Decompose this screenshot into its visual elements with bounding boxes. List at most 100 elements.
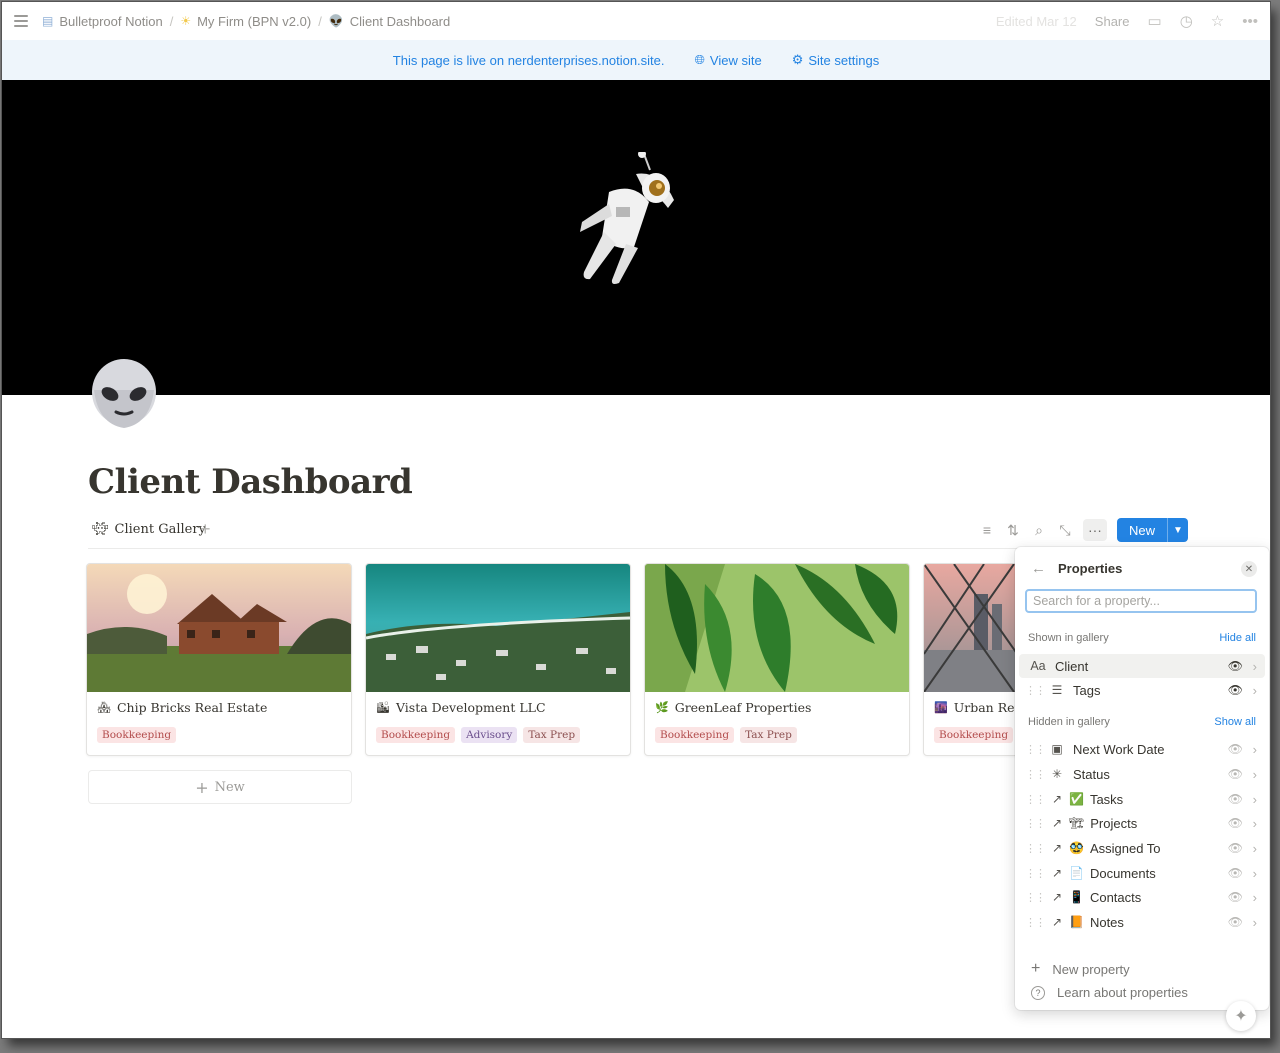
construction-emoji-icon: 🏗 xyxy=(1069,816,1085,830)
eye-icon[interactable]: 👁︎ xyxy=(1228,683,1243,697)
property-search-input[interactable] xyxy=(1025,589,1257,613)
chevron-down-icon[interactable]: ▼ xyxy=(1167,518,1188,542)
learn-properties-link[interactable]: ? Learn about properties xyxy=(1031,985,1188,1000)
property-name: Client xyxy=(1055,658,1089,674)
eye-off-icon[interactable]: 👁︎ xyxy=(1228,767,1243,781)
chevron-right-icon[interactable]: › xyxy=(1253,890,1257,905)
property-row-tasks[interactable]: ⋮⋮ ↗ ✅ Tasks 👁︎ › xyxy=(1019,787,1265,811)
property-row-notes[interactable]: ⋮⋮ ↗ 📙 Notes 👁︎ › xyxy=(1019,910,1265,934)
search-icon[interactable]: ⌕ xyxy=(1031,522,1047,539)
sort-icon[interactable]: ⇅ xyxy=(1005,522,1021,539)
card-tags: Bookkeeping Tax Prep xyxy=(655,727,797,743)
breadcrumb-item[interactable]: ☀ My Firm (BPN v2.0) xyxy=(180,14,311,29)
expand-icon[interactable]: ⤡ xyxy=(1057,522,1073,539)
property-row-assigned-to[interactable]: ⋮⋮ ↗ 🥸 Assigned To 👁︎ › xyxy=(1019,836,1265,860)
property-name: Contacts xyxy=(1089,889,1142,905)
property-row-client[interactable]: Aa Client 👁︎ › xyxy=(1019,654,1265,678)
chevron-right-icon[interactable]: › xyxy=(1253,792,1257,807)
tag-advisory: Advisory xyxy=(461,727,518,743)
breadcrumb-item[interactable]: ▤ Bulletproof Notion xyxy=(42,14,163,29)
drag-handle-icon[interactable]: ⋮⋮ xyxy=(1025,842,1046,855)
list-icon: ☰ xyxy=(1051,683,1063,697)
chevron-right-icon[interactable]: › xyxy=(1253,767,1257,782)
property-row-status[interactable]: ⋮⋮ ✳ Status 👁︎ › xyxy=(1019,762,1265,786)
property-row-documents[interactable]: ⋮⋮ ↗ 📄 Documents 👁︎ › xyxy=(1019,861,1265,885)
gallery-card[interactable]: 🏘 Chip Bricks Real Estate Bookkeeping xyxy=(86,563,352,756)
new-record-button[interactable]: New ▼ xyxy=(1116,518,1188,542)
eye-off-icon[interactable]: 👁︎ xyxy=(1228,866,1243,880)
database-view-bar: 👾︎ Client Gallery + ≡ ⇅ ⌕ ⤡ ··· New ▼ xyxy=(88,516,1188,549)
new-button-label: New xyxy=(1128,522,1155,538)
add-view-icon[interactable]: + xyxy=(200,519,211,540)
card-title-label: GreenLeaf Properties xyxy=(674,700,812,715)
eye-off-icon[interactable]: 👁︎ xyxy=(1228,915,1243,929)
history-icon[interactable]: ◷ xyxy=(1180,12,1193,30)
property-name: Next Work Date xyxy=(1073,741,1165,757)
chevron-right-icon[interactable]: › xyxy=(1253,659,1257,674)
phone-emoji-icon: 📱 xyxy=(1069,890,1084,904)
drag-handle-icon[interactable]: ⋮⋮ xyxy=(1025,867,1046,880)
page-title[interactable]: Client Dashboard xyxy=(88,462,413,502)
learn-properties-label: Learn about properties xyxy=(1057,985,1188,1000)
shown-label: Shown in gallery xyxy=(1028,632,1109,644)
relation-arrow-icon: ↗ xyxy=(1051,816,1063,830)
new-property-button[interactable]: + New property xyxy=(1031,960,1130,978)
property-row-next-work-date[interactable]: ⋮⋮ ▣ Next Work Date 👁︎ › xyxy=(1019,737,1265,761)
breadcrumb-item[interactable]: 👽 Client Dashboard xyxy=(329,14,450,29)
chevron-right-icon[interactable]: › xyxy=(1253,742,1257,757)
drag-handle-icon[interactable]: ⋮⋮ xyxy=(1025,743,1046,756)
property-row-projects[interactable]: ⋮⋮ ↗ 🏗 Projects 👁︎ › xyxy=(1019,811,1265,835)
notion-window: ▤ Bulletproof Notion / ☀ My Firm (BPN v2… xyxy=(2,2,1270,1038)
drag-handle-icon[interactable]: ⋮⋮ xyxy=(1025,793,1046,806)
new-card-button[interactable]: + New xyxy=(88,770,352,804)
drag-handle-icon[interactable]: ⋮⋮ xyxy=(1025,891,1046,904)
eye-icon[interactable]: 👁︎ xyxy=(1228,659,1243,673)
drag-handle-icon[interactable]: ⋮⋮ xyxy=(1025,768,1046,781)
eye-off-icon[interactable]: 👁︎ xyxy=(1228,841,1243,855)
gallery-card[interactable]: 🏙 Vista Development LLC Bookkeeping Advi… xyxy=(365,563,631,756)
menu-icon[interactable] xyxy=(14,12,28,30)
site-settings-link[interactable]: ⚙ Site settings xyxy=(792,52,879,68)
chevron-right-icon[interactable]: › xyxy=(1253,915,1257,930)
view-more-button[interactable]: ··· xyxy=(1082,519,1107,541)
relation-arrow-icon: ↗ xyxy=(1051,890,1063,904)
show-all-button[interactable]: Show all xyxy=(1214,716,1256,728)
eye-off-icon[interactable]: 👁︎ xyxy=(1228,816,1243,830)
leaf-emoji-icon: 🌿 xyxy=(655,701,669,714)
chevron-right-icon[interactable]: › xyxy=(1253,841,1257,856)
tab-client-gallery[interactable]: 👾︎ Client Gallery xyxy=(92,522,206,537)
ai-sparkle-icon[interactable]: ✦ xyxy=(1226,1001,1256,1031)
property-name: Projects xyxy=(1090,815,1138,831)
tag-bookkeeping: Bookkeeping xyxy=(376,727,456,743)
eye-off-icon[interactable]: 👁︎ xyxy=(1228,890,1243,904)
drag-handle-icon[interactable]: ⋮⋮ xyxy=(1025,684,1046,697)
share-button[interactable]: Share xyxy=(1095,14,1130,29)
alien-page-icon[interactable] xyxy=(88,358,160,430)
eye-off-icon[interactable]: 👁︎ xyxy=(1228,742,1243,756)
drag-handle-icon[interactable]: ⋮⋮ xyxy=(1025,916,1046,929)
chevron-right-icon[interactable]: › xyxy=(1253,683,1257,698)
back-arrow-icon[interactable]: ← xyxy=(1031,560,1046,577)
comment-icon[interactable]: ▭ xyxy=(1148,12,1162,30)
card-title: 🏙 Vista Development LLC xyxy=(376,700,546,715)
view-site-link[interactable]: 🌐︎ View site xyxy=(695,52,762,68)
site-live-banner: This page is live on nerdenterprises.not… xyxy=(2,40,1270,80)
filter-icon[interactable]: ≡ xyxy=(979,522,995,538)
tag-tax-prep: Tax Prep xyxy=(740,727,797,743)
breadcrumb-separator: / xyxy=(169,13,174,29)
eye-off-icon[interactable]: 👁︎ xyxy=(1228,792,1243,806)
cover-image[interactable] xyxy=(2,80,1270,395)
star-icon[interactable]: ☆ xyxy=(1211,12,1224,30)
drag-handle-icon[interactable]: ⋮⋮ xyxy=(1025,817,1046,830)
close-icon[interactable]: ✕ xyxy=(1241,561,1257,577)
chevron-right-icon[interactable]: › xyxy=(1253,866,1257,881)
property-row-tags[interactable]: ⋮⋮ ☰ Tags 👁︎ › xyxy=(1019,678,1265,702)
more-options-icon[interactable]: ••• xyxy=(1242,13,1258,30)
hide-all-button[interactable]: Hide all xyxy=(1219,632,1256,644)
card-tags: Bookkeeping Advisory Tax Prep xyxy=(376,727,581,743)
gallery-card[interactable]: 🌿 GreenLeaf Properties Bookkeeping Tax P… xyxy=(644,563,910,756)
document-emoji-icon: 📄 xyxy=(1069,866,1084,880)
chevron-right-icon[interactable]: › xyxy=(1253,816,1257,831)
property-row-contacts[interactable]: ⋮⋮ ↗ 📱 Contacts 👁︎ › xyxy=(1019,885,1265,909)
plus-icon: + xyxy=(195,777,209,797)
